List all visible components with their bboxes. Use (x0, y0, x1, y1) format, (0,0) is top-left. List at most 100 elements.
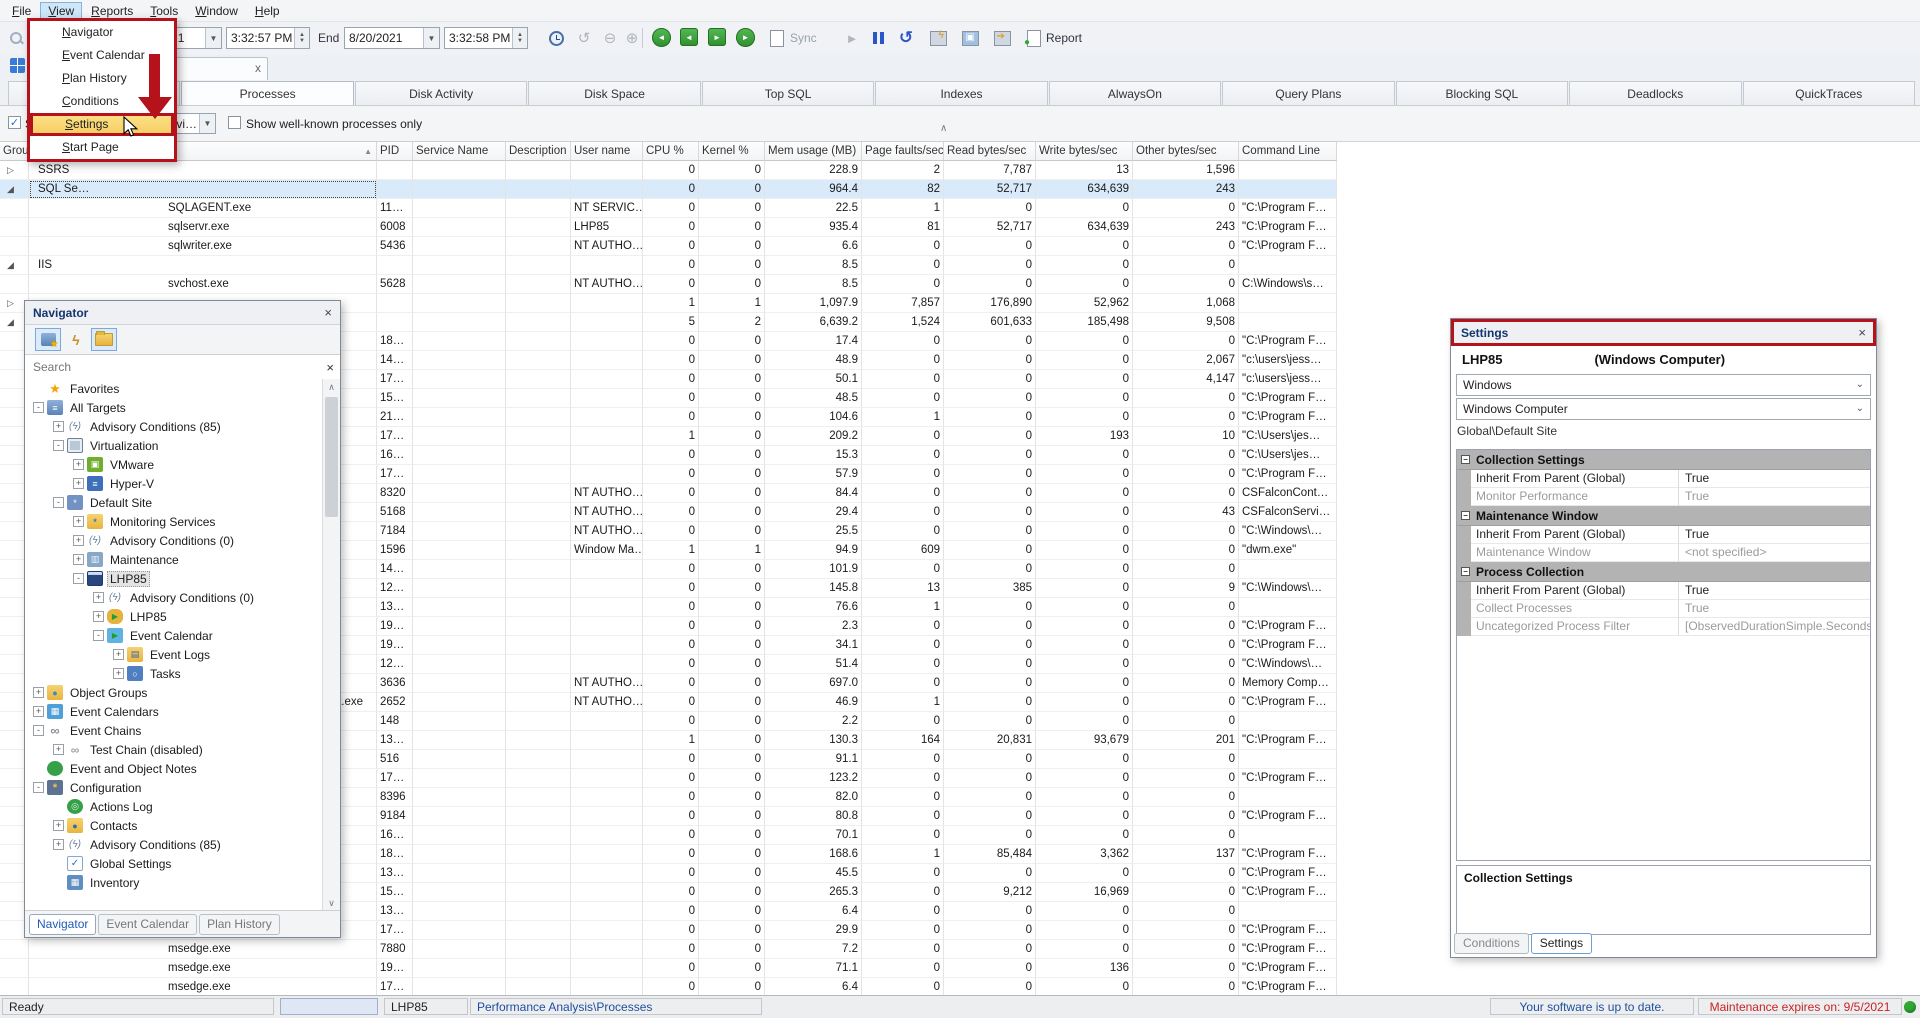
export-grid-icon[interactable]: ➔ (992, 28, 1012, 48)
cell-description[interactable] (506, 902, 571, 921)
cell-cpu[interactable]: 0 (643, 712, 699, 731)
cell-service-name[interactable] (413, 617, 506, 636)
cell-kernel[interactable]: 0 (699, 275, 765, 294)
cell-page-faults[interactable]: 13 (862, 579, 944, 598)
cell-mem-usage[interactable]: 84.4 (765, 484, 862, 503)
cell-service-name[interactable] (413, 218, 506, 237)
cell-cpu[interactable]: 0 (643, 655, 699, 674)
cell-description[interactable] (506, 750, 571, 769)
cell-service-name[interactable] (413, 807, 506, 826)
cell-cpu[interactable]: 0 (643, 769, 699, 788)
cell-page-faults[interactable]: 0 (862, 332, 944, 351)
column-header-other-bytes-sec[interactable]: Other bytes/sec (1133, 142, 1239, 161)
cell-cpu[interactable]: 0 (643, 693, 699, 712)
property-row[interactable]: Uncategorized Process Filter[ObservedDur… (1457, 618, 1870, 636)
cell-pid[interactable]: 17… (377, 921, 413, 940)
cell-cpu[interactable]: 0 (643, 826, 699, 845)
cell-other-bytes[interactable]: 1,068 (1133, 294, 1239, 313)
cell-user-name[interactable]: NT AUTHO… (571, 674, 643, 693)
cell-service-name[interactable] (413, 484, 506, 503)
cell-name[interactable]: msedge.exe (29, 978, 377, 996)
cell-pid[interactable]: 18… (377, 845, 413, 864)
cell-description[interactable] (506, 845, 571, 864)
cell-write-bytes[interactable]: 0 (1036, 579, 1133, 598)
cell-user-name[interactable]: NT AUTHO… (571, 275, 643, 294)
cell-page-faults[interactable]: 609 (862, 541, 944, 560)
property-group-maintenance-window[interactable]: −Maintenance Window (1457, 506, 1870, 526)
cell-other-bytes[interactable]: 0 (1133, 275, 1239, 294)
cell-user-name[interactable]: Window Ma… (571, 541, 643, 560)
cell-write-bytes[interactable]: 0 (1036, 807, 1133, 826)
tree-item-advisory-conditions-85[interactable]: +(ϟ)Advisory Conditions (85) (25, 417, 340, 436)
cell-other-bytes[interactable]: 0 (1133, 864, 1239, 883)
cell-pid[interactable]: 16… (377, 826, 413, 845)
step-forward-button[interactable]: ► (708, 28, 726, 46)
cell-user-name[interactable]: NT AUTHO… (571, 237, 643, 256)
cell-command-line[interactable]: "c:\users\jess… (1239, 351, 1337, 370)
cell-page-faults[interactable]: 0 (862, 389, 944, 408)
cell-read-bytes[interactable]: 9,212 (944, 883, 1036, 902)
tab-disk-activity[interactable]: Disk Activity (355, 81, 527, 105)
cell-pid[interactable]: 8320 (377, 484, 413, 503)
cell-cpu[interactable]: 0 (643, 199, 699, 218)
cell-write-bytes[interactable]: 0 (1036, 332, 1133, 351)
cell-read-bytes[interactable]: 0 (944, 902, 1036, 921)
tree-item-contacts[interactable]: +●Contacts (25, 816, 340, 835)
play-button[interactable]: ► (842, 28, 862, 48)
cell-user-name[interactable] (571, 769, 643, 788)
cell-read-bytes[interactable]: 0 (944, 674, 1036, 693)
cell-kernel[interactable]: 0 (699, 940, 765, 959)
tab-alwayson[interactable]: AlwaysOn (1049, 81, 1221, 105)
cell-other-bytes[interactable]: 243 (1133, 180, 1239, 199)
cell-user-name[interactable]: LHP85 (571, 218, 643, 237)
collapse-band-icon[interactable]: ∧ (940, 123, 947, 134)
cell-pid[interactable]: 17… (377, 465, 413, 484)
cell-kernel[interactable]: 0 (699, 370, 765, 389)
cell-description[interactable] (506, 541, 571, 560)
cell-pid[interactable]: 9184 (377, 807, 413, 826)
cell-service-name[interactable] (413, 180, 506, 199)
tree-item-event-calendar[interactable]: -▶Event Calendar (25, 626, 340, 645)
cell-write-bytes[interactable]: 0 (1036, 674, 1133, 693)
cell-read-bytes[interactable]: 0 (944, 351, 1036, 370)
cell-description[interactable] (506, 237, 571, 256)
cell-page-faults[interactable]: 1 (862, 408, 944, 427)
cell-pid[interactable]: 5436 (377, 237, 413, 256)
cell-write-bytes[interactable]: 0 (1036, 712, 1133, 731)
cell-cpu[interactable]: 0 (643, 275, 699, 294)
cell-other-bytes[interactable]: 0 (1133, 940, 1239, 959)
cell-other-bytes[interactable]: 43 (1133, 503, 1239, 522)
column-header-kernel[interactable]: Kernel % (699, 142, 765, 161)
cell-cpu[interactable]: 0 (643, 237, 699, 256)
cell-command-line[interactable]: "C:\Program F… (1239, 940, 1337, 959)
column-header-cpu[interactable]: CPU % (643, 142, 699, 161)
cell-service-name[interactable] (413, 351, 506, 370)
tree-item-hyper-v[interactable]: +≡Hyper-V (25, 474, 340, 493)
cell-user-name[interactable] (571, 807, 643, 826)
cell-read-bytes[interactable]: 0 (944, 750, 1036, 769)
cell-mem-usage[interactable]: 265.3 (765, 883, 862, 902)
row-expander[interactable]: ▷ (0, 161, 29, 180)
well-known-checkbox[interactable] (228, 116, 241, 129)
cell-command-line[interactable]: "c:\users\jess… (1239, 370, 1337, 389)
cell-service-name[interactable] (413, 693, 506, 712)
cell-user-name[interactable] (571, 598, 643, 617)
cell-cpu[interactable]: 0 (643, 940, 699, 959)
cell-read-bytes[interactable]: 0 (944, 541, 1036, 560)
cell-other-bytes[interactable]: 4,147 (1133, 370, 1239, 389)
cell-service-name[interactable] (413, 731, 506, 750)
cell-other-bytes[interactable]: 0 (1133, 484, 1239, 503)
cell-cpu[interactable]: 1 (643, 427, 699, 446)
tree-item-default-site[interactable]: -*Default Site (25, 493, 340, 512)
cell-command-line[interactable]: "C:\Program F… (1239, 959, 1337, 978)
cell-service-name[interactable] (413, 370, 506, 389)
tree-expander-icon[interactable]: + (113, 668, 124, 679)
cell-command-line[interactable] (1239, 180, 1337, 199)
property-value[interactable]: True (1679, 488, 1870, 506)
collapse-group-icon[interactable]: − (1461, 511, 1470, 520)
cell-command-line[interactable]: "C:\Program F… (1239, 978, 1337, 996)
cell-pid[interactable]: 12… (377, 655, 413, 674)
cell-cpu[interactable]: 0 (643, 807, 699, 826)
cell-kernel[interactable]: 0 (699, 674, 765, 693)
cell-cpu[interactable]: 0 (643, 883, 699, 902)
